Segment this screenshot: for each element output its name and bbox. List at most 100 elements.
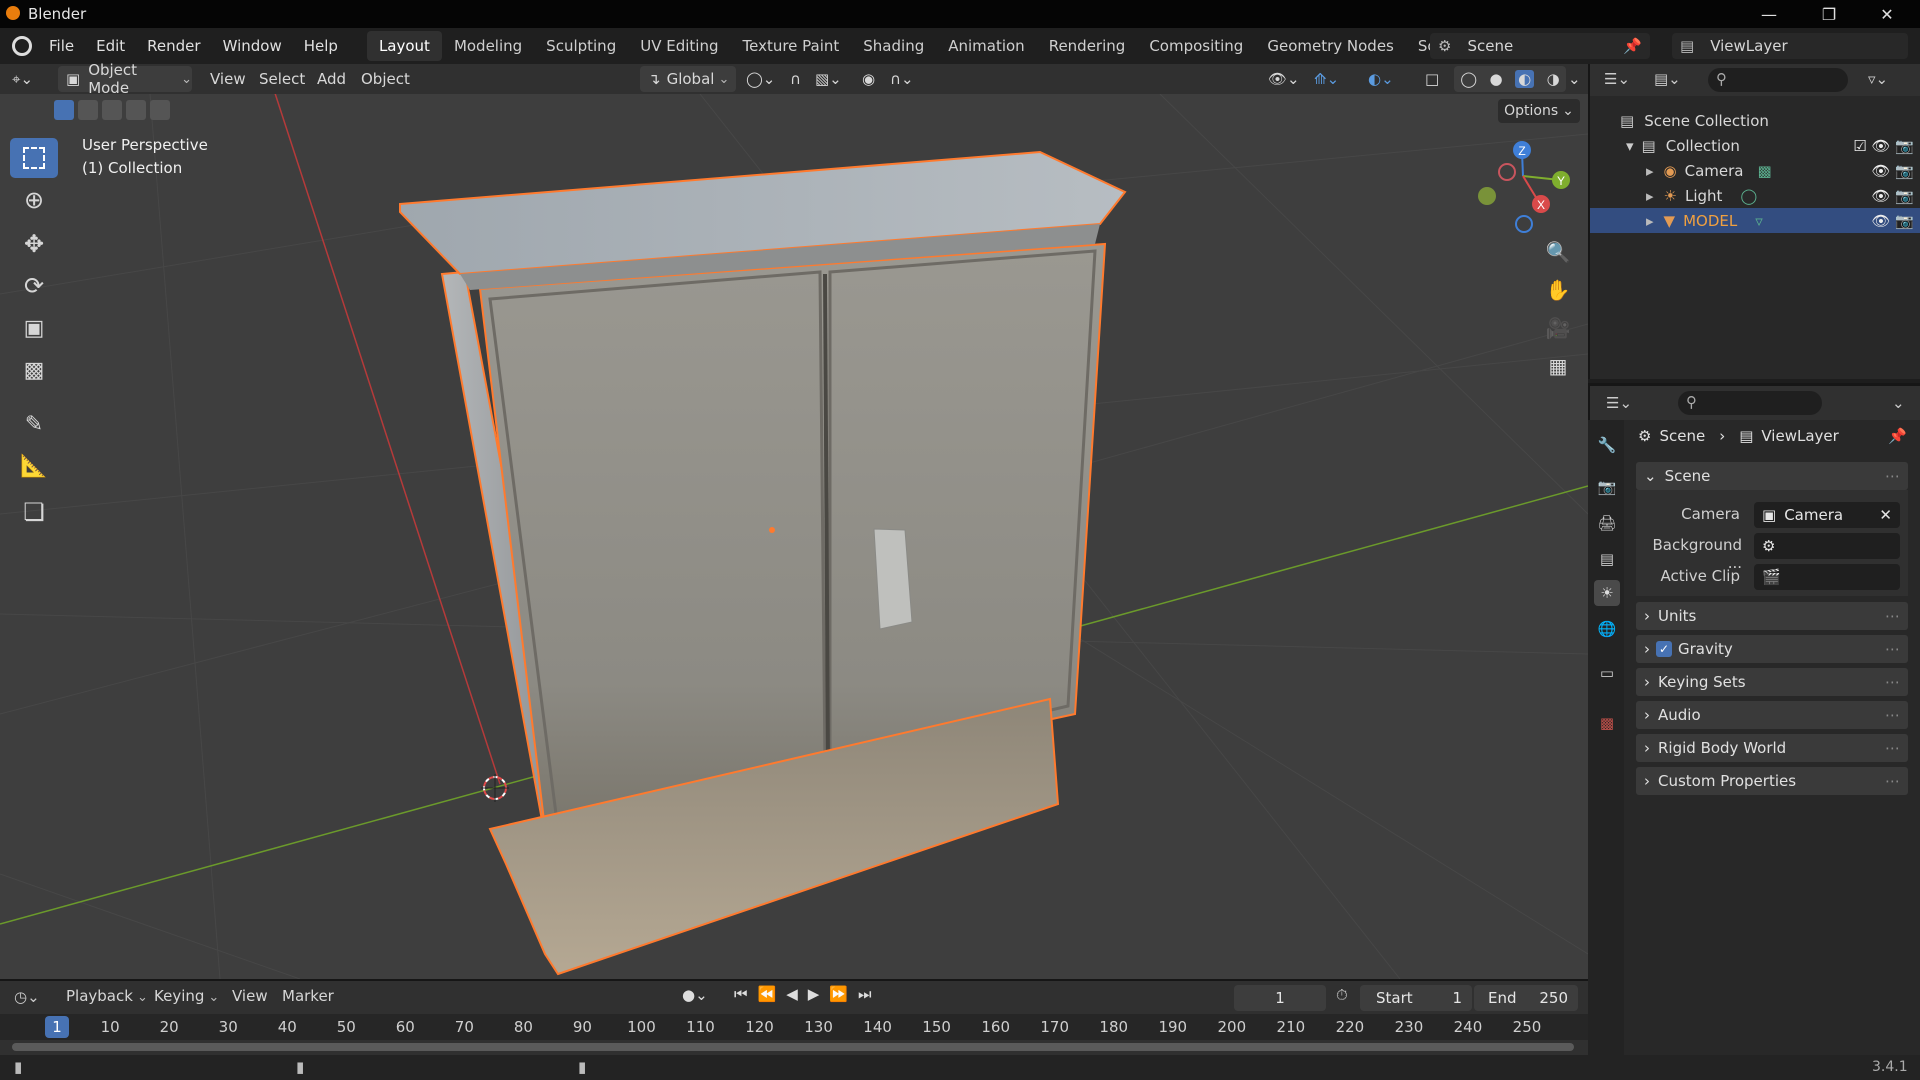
audio-panel-header[interactable]: › Audio ⋯	[1636, 701, 1908, 729]
shading-options-icon[interactable]: ⌄	[1568, 66, 1581, 92]
drag-handle-icon[interactable]: ⋯	[1885, 640, 1900, 658]
camera-field[interactable]: ▣ Camera ✕	[1754, 502, 1900, 528]
camera-view-button[interactable]: 🎥	[1540, 310, 1576, 346]
drag-handle-icon[interactable]: ⋯	[1885, 607, 1900, 625]
gizmo-icon[interactable]: ⟰⌄	[1314, 66, 1339, 92]
transform-tool[interactable]: ▩	[10, 350, 58, 390]
tab-compositing[interactable]: Compositing	[1137, 31, 1255, 61]
drag-handle-icon[interactable]: ⋯	[1885, 706, 1900, 724]
outliner-scene-collection[interactable]: ▤ Scene Collection	[1590, 108, 1920, 133]
scale-tool[interactable]: ▣	[10, 308, 58, 348]
gravity-panel-header[interactable]: › ✓ Gravity ⋯	[1636, 635, 1908, 663]
move-tool[interactable]: ✥	[10, 224, 58, 264]
active-clip-field[interactable]: 🎬	[1754, 564, 1900, 590]
tab-shading[interactable]: Shading	[851, 31, 936, 61]
ortho-toggle-button[interactable]: ▦	[1540, 348, 1576, 384]
record-button[interactable]: ●⌄	[682, 986, 708, 1004]
close-window-button[interactable]: ✕	[1858, 0, 1916, 28]
expand-right-icon[interactable]: ▸	[1646, 212, 1654, 230]
menu-object[interactable]: Object	[361, 66, 410, 92]
drag-handle-icon[interactable]: ⋯	[1885, 739, 1900, 757]
select-new-icon[interactable]	[54, 100, 74, 120]
mode-dropdown[interactable]: ▣ Object Mode	[58, 61, 192, 97]
units-panel-header[interactable]: › Units ⋯	[1636, 602, 1908, 630]
measure-tool[interactable]: 📐	[10, 446, 58, 486]
tab-collection[interactable]: ▭	[1594, 660, 1620, 686]
tab-layout[interactable]: Layout	[366, 31, 442, 61]
drag-handle-icon[interactable]: ⋯	[1885, 673, 1900, 691]
expand-right-icon[interactable]: ▸	[1646, 162, 1654, 180]
tab-uv-editing[interactable]: UV Editing	[628, 31, 730, 61]
menu-select[interactable]: Select	[259, 66, 305, 92]
start-frame-field[interactable]: Start 1	[1360, 985, 1472, 1011]
tab-scene[interactable]: ☀	[1594, 580, 1620, 606]
expand-right-icon[interactable]: ▸	[1646, 187, 1654, 205]
blender-menu-icon[interactable]	[12, 36, 32, 56]
outliner-item-model[interactable]: ▸ ▼ MODEL ▿ 👁 📷	[1590, 208, 1920, 233]
add-cube-tool[interactable]: ❏	[10, 492, 58, 532]
pin-icon[interactable]: 📌	[1888, 427, 1907, 445]
menu-view[interactable]: View	[210, 66, 246, 92]
menu-edit[interactable]: Edit	[85, 28, 136, 64]
overlays-icon[interactable]: ◐⌄	[1368, 66, 1394, 92]
gravity-checkbox[interactable]: ✓	[1656, 641, 1672, 657]
menu-help[interactable]: Help	[293, 28, 349, 64]
rigid-body-world-panel-header[interactable]: › Rigid Body World ⋯	[1636, 734, 1908, 762]
pivot-point-icon[interactable]: ◯⌄	[746, 66, 775, 92]
properties-search-input[interactable]: ⚲	[1678, 391, 1822, 415]
outliner-item-camera[interactable]: ▸ ◉ Camera ▩ 👁 📷	[1590, 158, 1920, 183]
display-mode-icon[interactable]: ▤⌄	[1654, 70, 1681, 88]
rendered-shading-icon[interactable]: ◑	[1547, 70, 1560, 88]
menu-marker[interactable]: Marker	[282, 987, 334, 1005]
snap-icon[interactable]: ∩	[790, 66, 801, 92]
annotate-tool[interactable]: ✎	[10, 404, 58, 444]
properties-editor-icon[interactable]: ☰⌄	[1606, 394, 1632, 412]
jump-start-icon[interactable]: ⏮	[734, 985, 748, 1003]
tab-sculpting[interactable]: Sculpting	[534, 31, 628, 61]
background-field[interactable]: ⚙	[1754, 533, 1900, 559]
timeline-editor-icon[interactable]: ◷⌄	[14, 988, 40, 1006]
select-extend-icon[interactable]	[78, 100, 98, 120]
editor-type-icon[interactable]: ⌖⌄	[12, 66, 50, 92]
menu-render[interactable]: Render	[136, 28, 211, 64]
next-keyframe-icon[interactable]: ⏩	[829, 985, 848, 1003]
maximize-button[interactable]: ❐	[1800, 0, 1858, 28]
outliner-collection[interactable]: ▾ ▤ Collection ☑ 👁 📷	[1590, 133, 1920, 158]
menu-add[interactable]: Add	[317, 66, 346, 92]
falloff-icon[interactable]: ∩⌄	[890, 66, 914, 92]
tab-world[interactable]: 🌐	[1594, 616, 1620, 642]
visibility-icons[interactable]: 👁 📷	[1872, 187, 1915, 205]
menu-file[interactable]: File	[38, 28, 85, 64]
tab-texture[interactable]: ▩	[1594, 710, 1620, 736]
options-dropdown[interactable]: Options ⌄	[1498, 99, 1580, 123]
tab-tool[interactable]: 🔧	[1594, 432, 1620, 458]
tab-render[interactable]: 📷	[1594, 474, 1620, 500]
viewlayer-selector[interactable]: ▤ ViewLayer	[1672, 33, 1908, 59]
rotate-tool[interactable]: ⟳	[10, 266, 58, 306]
outliner-search-input[interactable]: ⚲	[1708, 68, 1848, 92]
scene-selector[interactable]: ⚙ Scene 📌	[1430, 33, 1650, 59]
tab-output[interactable]: 🖨	[1594, 510, 1620, 536]
cursor-tool[interactable]: ⊕	[10, 180, 58, 220]
select-subtract-icon[interactable]	[102, 100, 122, 120]
select-invert-icon[interactable]	[126, 100, 146, 120]
minimize-button[interactable]: —	[1740, 0, 1798, 28]
snap-target-icon[interactable]: ▧⌄	[815, 66, 842, 92]
chevron-down-icon[interactable]: ⌄	[1892, 394, 1905, 412]
material-shading-icon[interactable]: ◐	[1515, 70, 1535, 88]
end-frame-field[interactable]: End 250	[1474, 985, 1578, 1011]
tab-modeling[interactable]: Modeling	[442, 31, 534, 61]
xray-icon[interactable]: □	[1425, 66, 1439, 92]
select-intersect-icon[interactable]	[150, 100, 170, 120]
menu-keying[interactable]: Keying	[154, 987, 219, 1005]
visibility-icon[interactable]: 👁⌄	[1268, 66, 1300, 92]
current-frame-field[interactable]: 1	[1234, 985, 1326, 1011]
timeline-scrollbar[interactable]	[12, 1043, 1574, 1051]
tab-animation[interactable]: Animation	[936, 31, 1036, 61]
menu-playback[interactable]: Playback	[66, 987, 148, 1005]
pin-icon[interactable]: 📌	[1623, 37, 1642, 55]
drag-handle-icon[interactable]: ⋯	[1885, 772, 1900, 790]
drag-handle-icon[interactable]: ⋯	[1885, 467, 1900, 485]
clear-x-icon[interactable]: ✕	[1879, 506, 1892, 524]
select-box-tool[interactable]	[10, 138, 58, 178]
